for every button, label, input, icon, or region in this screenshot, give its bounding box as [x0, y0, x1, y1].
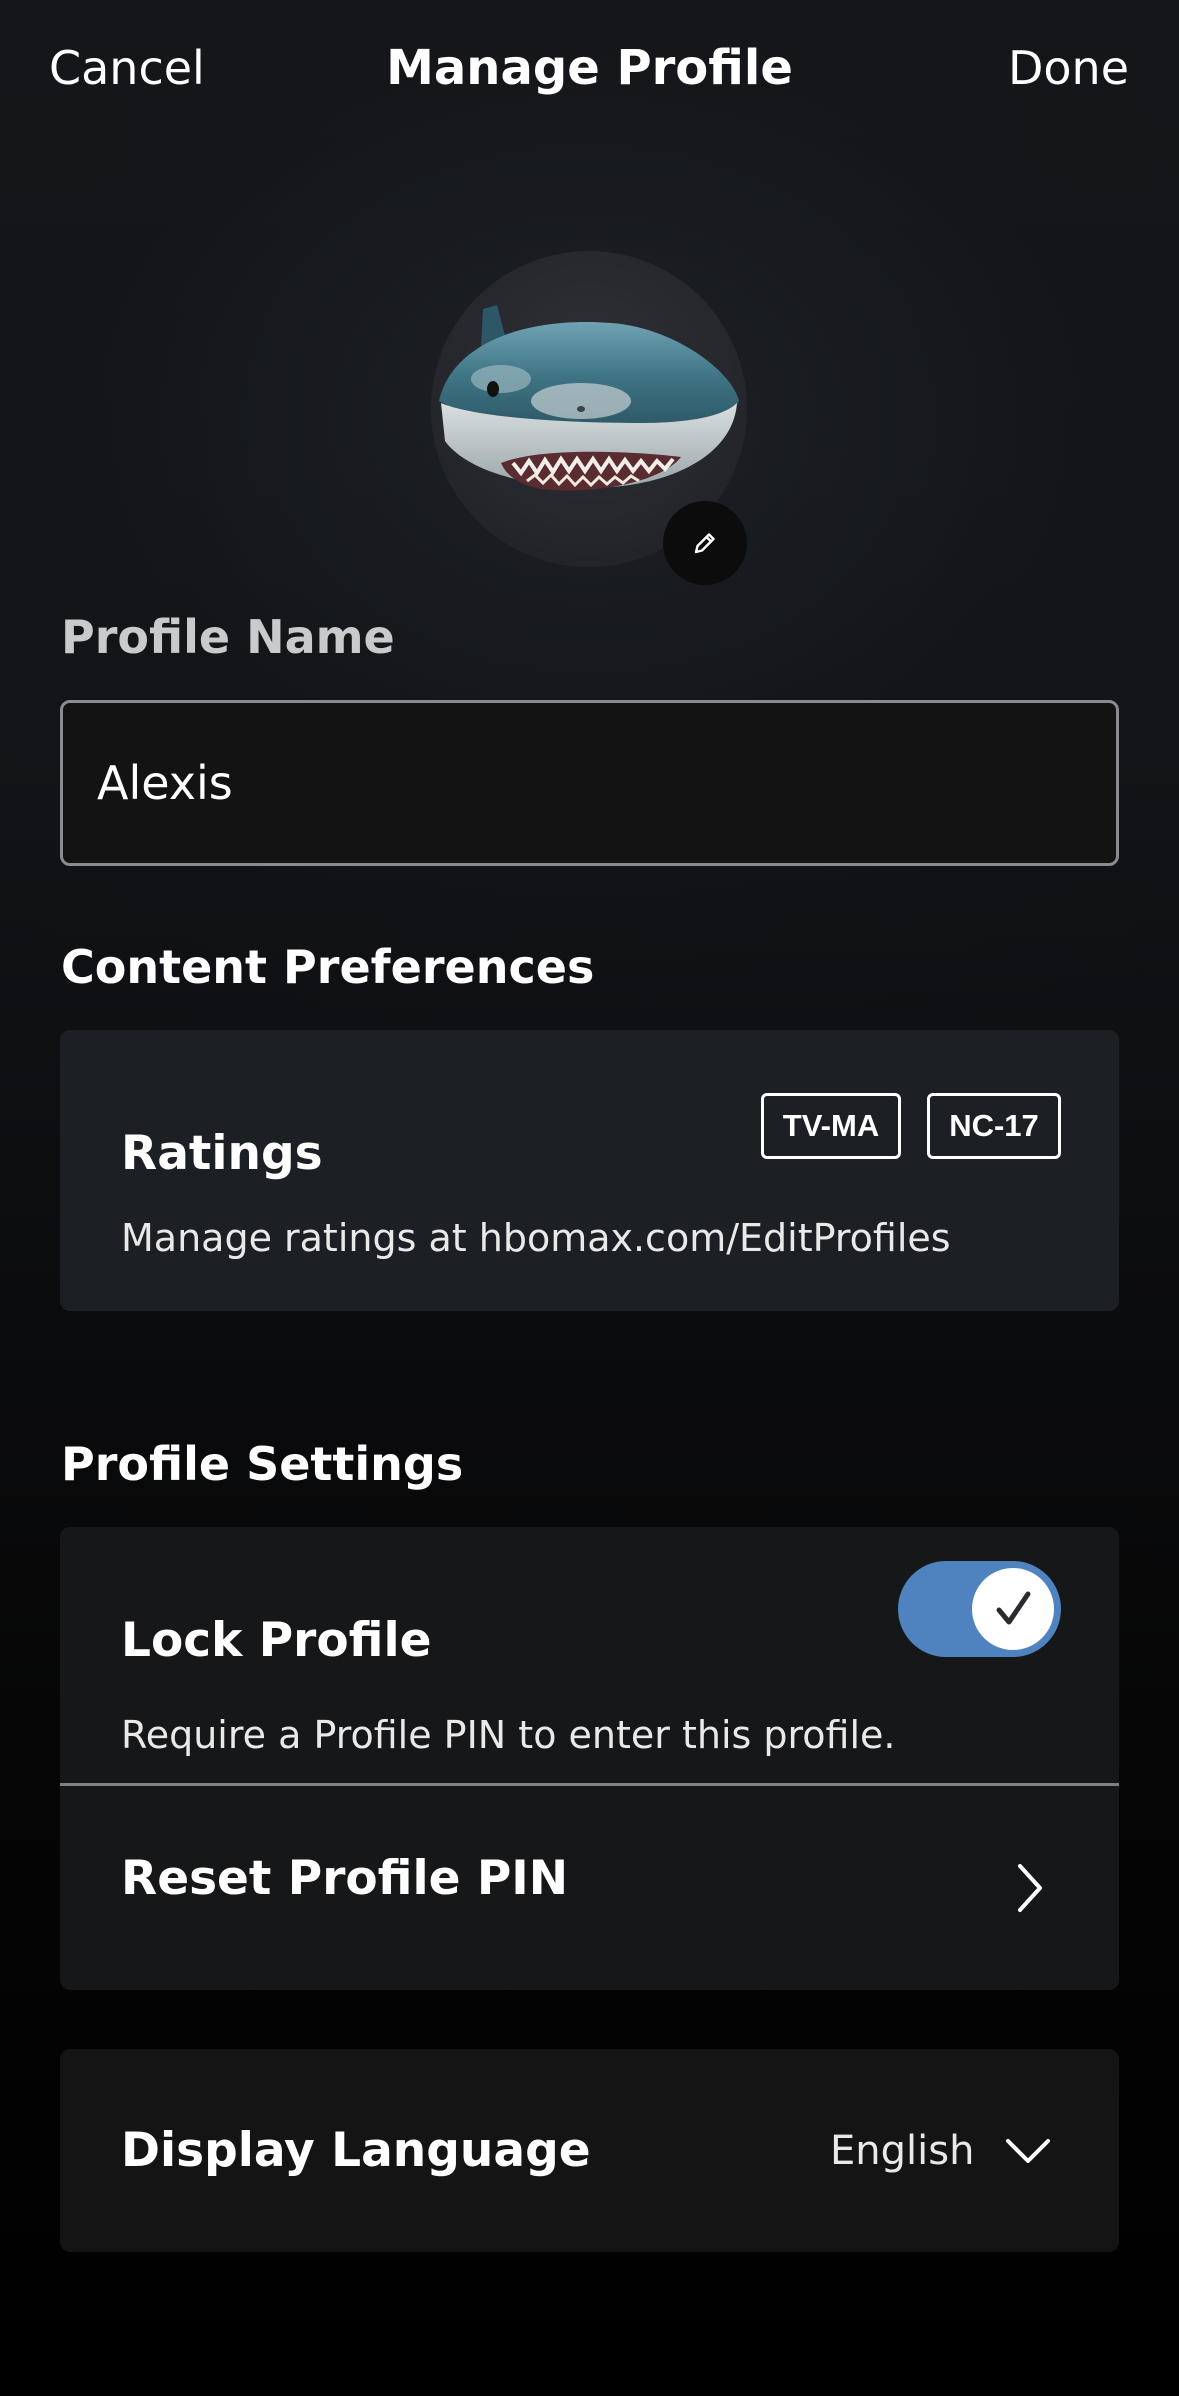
chevron-down-icon [1006, 2139, 1050, 2163]
display-language-card: Display Language English [60, 2049, 1119, 2252]
ratings-card: Ratings TV-MA NC-17 Manage ratings at hb… [60, 1030, 1119, 1311]
lock-profile-toggle[interactable] [898, 1561, 1061, 1657]
checkmark-icon [996, 1591, 1031, 1625]
display-language-title: Display Language [121, 2123, 591, 2178]
lock-profile-description: Require a Profile PIN to enter this prof… [121, 1713, 896, 1757]
profile-name-input[interactable] [60, 700, 1119, 866]
header: Cancel Manage Profile Done [0, 0, 1179, 135]
ratings-description: Manage ratings at hbomax.com/EditProfile… [121, 1216, 951, 1260]
profile-name-label: Profile Name [61, 610, 395, 664]
rating-badge-nc-17: NC-17 [927, 1093, 1061, 1159]
page-title: Manage Profile [386, 40, 793, 96]
lock-profile-title: Lock Profile [121, 1613, 432, 1668]
reset-profile-pin-row[interactable]: Reset Profile PIN [60, 1786, 1119, 1990]
pencil-icon [694, 533, 715, 554]
chevron-right-icon [1018, 1864, 1042, 1912]
ratings-title: Ratings [121, 1126, 323, 1181]
display-language-value: English [830, 2128, 975, 2174]
done-button[interactable]: Done [1008, 38, 1129, 98]
avatar-section [431, 251, 747, 585]
edit-avatar-button[interactable] [663, 501, 747, 585]
content-preferences-heading: Content Preferences [61, 940, 595, 994]
profile-settings-heading: Profile Settings [61, 1437, 464, 1491]
reset-profile-pin-title: Reset Profile PIN [121, 1851, 569, 1906]
profile-settings-card: Lock Profile Require a Profile PIN to en… [60, 1527, 1119, 1990]
toggle-knob [972, 1568, 1054, 1650]
rating-badge-tv-ma: TV-MA [761, 1093, 901, 1159]
